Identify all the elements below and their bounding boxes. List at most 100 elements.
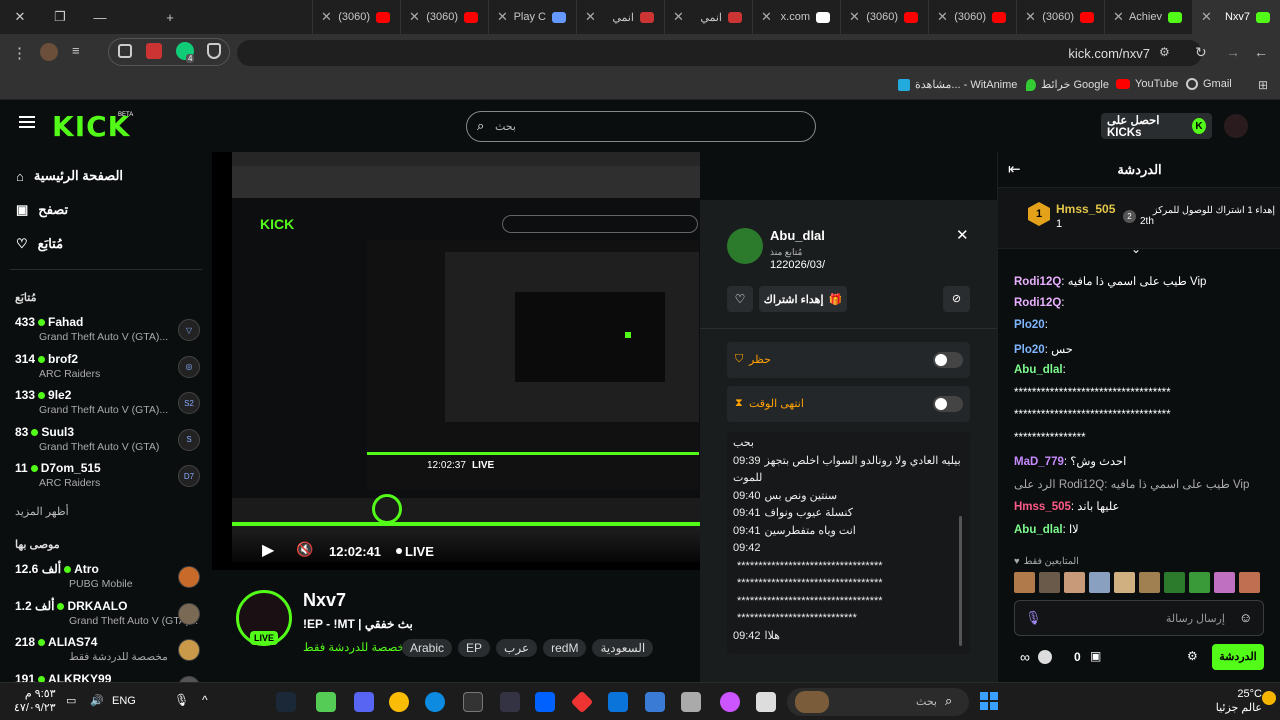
close-tab-icon[interactable]: ✕ xyxy=(937,9,948,25)
close-tab-icon[interactable]: ✕ xyxy=(321,9,332,25)
extension-icon[interactable] xyxy=(146,43,162,59)
speaker-icon[interactable]: 🔊 xyxy=(90,694,104,707)
browser-tab[interactable]: ✕ (3060) xyxy=(1016,0,1104,34)
chat-message[interactable]: Abu_dlal: لاا xyxy=(1014,522,1079,536)
shield-icon[interactable] xyxy=(207,43,221,59)
chat-username[interactable]: Abu_dlal xyxy=(1014,524,1063,536)
following-channel[interactable]: 433 Fahad Grand Theft Auto V (GTA)... ▽ xyxy=(15,315,200,351)
browser-tab[interactable]: ✕ (3060) xyxy=(312,0,400,34)
following-channel[interactable]: 133 9le2 Grand Theft Auto V (GTA)... S2 xyxy=(15,388,200,424)
top-gifter-name[interactable]: Hmss_505 xyxy=(1056,202,1115,216)
reading-list-icon[interactable]: ≡ xyxy=(72,43,80,58)
get-kicks-button[interactable]: احصل على KICKs K xyxy=(1101,113,1212,139)
chat-message[interactable]: Hmss_505: عليها باند xyxy=(1014,499,1119,513)
new-tab-button[interactable]: + xyxy=(150,10,190,25)
bookmark-gmail[interactable]: Gmail xyxy=(1186,78,1232,90)
chat-message[interactable]: Plo20: حس xyxy=(1014,342,1073,356)
mail-icon[interactable] xyxy=(608,692,628,712)
browser-tab[interactable]: ✕ Nxv7 xyxy=(1192,0,1280,34)
browser-tab[interactable]: ✕ (3060) xyxy=(840,0,928,34)
microphone-icon[interactable]: 🎙 xyxy=(1025,610,1042,626)
browser-tab[interactable]: ✕ انمي xyxy=(664,0,752,34)
mute-user-icon[interactable]: ⊘ xyxy=(943,286,970,312)
start-button[interactable] xyxy=(980,692,998,710)
streamer-name[interactable]: Nxv7 xyxy=(303,590,346,611)
mute-icon[interactable]: 🔇 xyxy=(296,541,313,558)
recommended-channel[interactable]: 12.6 ألف Atro PUBG Mobile xyxy=(15,562,200,598)
video-player[interactable]: KICK 12:02:37 LIVE ▶ 🔇 12:02:41 LIVE xyxy=(212,152,700,570)
url-text[interactable]: kick.com/nxv7 xyxy=(1050,46,1150,61)
language-indicator[interactable]: ENG xyxy=(112,695,136,707)
emote-icon[interactable] xyxy=(1089,572,1110,593)
nav-following[interactable]: ♡ مُتابَع xyxy=(16,236,63,252)
battery-icon[interactable]: ▭ xyxy=(66,694,76,707)
bookmark-youtube[interactable]: YouTube xyxy=(1116,78,1178,90)
emote-icon[interactable] xyxy=(1164,572,1185,593)
close-tab-icon[interactable]: ✕ xyxy=(1025,9,1036,25)
emote-icon[interactable] xyxy=(1214,572,1235,593)
bookmark-maps[interactable]: خرائط Google xyxy=(1026,78,1109,91)
emote-icon[interactable] xyxy=(1139,572,1160,593)
send-chat-button[interactable]: الدردشة xyxy=(1212,644,1264,670)
emote-icon[interactable] xyxy=(1239,572,1260,593)
menu-icon[interactable]: ⋮ xyxy=(12,44,27,62)
close-tab-icon[interactable]: ✕ xyxy=(1113,9,1124,25)
heart-icon[interactable]: ♡ xyxy=(727,286,753,312)
browser-tab[interactable]: ✕ (3060) xyxy=(400,0,488,34)
timeout-toggle[interactable] xyxy=(933,396,963,412)
chat-message[interactable]: *********************************** xyxy=(1014,387,1171,399)
edge-icon[interactable] xyxy=(425,692,445,712)
close-tab-icon[interactable]: ✕ xyxy=(761,9,772,25)
emoji-icon[interactable]: ☺ xyxy=(1239,610,1252,625)
store-icon[interactable]: ▣ xyxy=(1090,649,1101,663)
close-icon[interactable]: ✕ xyxy=(956,226,969,244)
chat-message[interactable]: **************** xyxy=(1014,432,1086,444)
chat-message[interactable]: Rodi12Q: xyxy=(1014,297,1065,309)
close-tab-icon[interactable]: ✕ xyxy=(497,9,508,25)
stream-tag[interactable]: السعودية xyxy=(592,639,654,657)
emote-icon[interactable] xyxy=(1014,572,1035,593)
user-message-history[interactable]: بحب 09:39 بيليه العادي ولا رونالدو السواب … xyxy=(727,432,970,654)
site-settings-icon[interactable]: ⚙ xyxy=(1159,45,1170,59)
chat-message[interactable]: MaD_779: احدث وش؟ xyxy=(1014,454,1126,468)
nav-browse[interactable]: ▣ تصفح xyxy=(16,202,68,218)
chat-message[interactable]: Rodi12Q: طيب على اسمي ذا مافيه Vip xyxy=(1014,274,1206,288)
browser-tab[interactable]: ✕ (3060) xyxy=(928,0,1016,34)
chat-username[interactable]: MaD_779 xyxy=(1014,456,1064,468)
ban-toggle[interactable] xyxy=(933,352,963,368)
chat-username[interactable]: Plo20 xyxy=(1014,344,1045,356)
close-tab-icon[interactable]: ✕ xyxy=(1201,9,1212,25)
stream-tag[interactable]: redM xyxy=(543,639,587,657)
emote-icon[interactable] xyxy=(1064,572,1085,593)
reload-icon[interactable]: ↻ xyxy=(1195,44,1207,61)
tray-chevron-icon[interactable]: ^ xyxy=(202,693,208,707)
steam-icon[interactable] xyxy=(276,692,296,712)
chat-username[interactable]: Plo20 xyxy=(1014,319,1045,331)
store-icon[interactable] xyxy=(645,692,665,712)
stream-tag[interactable]: عرب xyxy=(496,639,538,657)
back-icon[interactable]: ← xyxy=(1254,44,1268,60)
app-icon[interactable] xyxy=(570,690,594,714)
chat-username[interactable]: Abu_dlal xyxy=(1014,364,1063,376)
gift-sub-button[interactable]: إهداء اشتراك 🎁 xyxy=(759,286,847,312)
app-icon[interactable] xyxy=(756,692,776,712)
infinity-icon[interactable]: ∞ xyxy=(1020,649,1030,665)
recommended-channel[interactable]: 1.2 ألف DRKAALO Grand Theft Auto V (GTA)..… xyxy=(15,599,200,635)
files-icon[interactable] xyxy=(681,692,701,712)
close-tab-icon[interactable]: ✕ xyxy=(409,9,420,25)
close-tab-icon[interactable]: ✕ xyxy=(585,9,596,25)
show-more-link[interactable]: أظهر المزيد xyxy=(15,505,69,518)
bookmark-witanime[interactable]: مشاهدة... - WitAnime xyxy=(898,78,1017,91)
player-live[interactable]: LIVE xyxy=(405,544,434,559)
chat-username[interactable]: Rodi12Q xyxy=(1014,276,1061,288)
browser-tab[interactable]: ✕ Achiev xyxy=(1104,0,1192,34)
emote-icon[interactable] xyxy=(1114,572,1135,593)
user-avatar[interactable] xyxy=(1224,114,1248,138)
forward-icon[interactable]: → xyxy=(1226,44,1240,60)
app-icon[interactable] xyxy=(316,692,336,712)
browser-tab[interactable]: ✕ Play C xyxy=(488,0,576,34)
copilot-icon[interactable] xyxy=(720,692,740,712)
chrome-icon[interactable] xyxy=(389,692,409,712)
browser-tab[interactable]: ✕ انمي xyxy=(576,0,664,34)
restore-window-icon[interactable]: ❐ xyxy=(40,9,80,25)
